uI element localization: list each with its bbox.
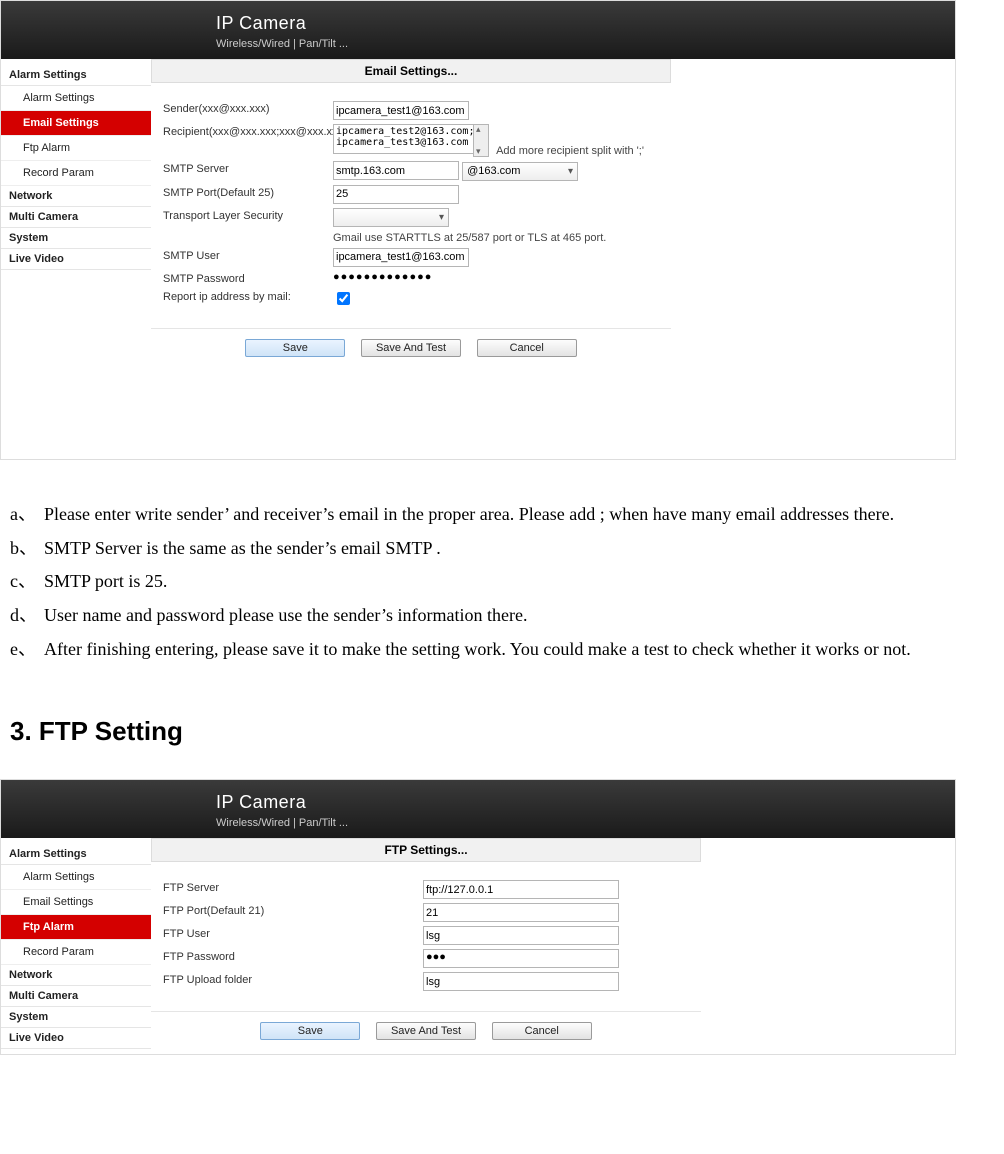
- nav-heading-multicamera[interactable]: Multi Camera: [1, 986, 151, 1007]
- nav-item-alarm-settings[interactable]: Alarm Settings: [1, 865, 151, 890]
- smtp-password-input[interactable]: ●●●●●●●●●●●●●: [333, 271, 432, 283]
- nav-item-record-param[interactable]: Record Param: [1, 161, 151, 186]
- nav-item-email-settings[interactable]: Email Settings: [1, 111, 151, 136]
- sidebar: Alarm Settings Alarm Settings Email Sett…: [1, 838, 151, 1054]
- smtp-server-input[interactable]: [333, 161, 459, 180]
- tls-hint: Gmail use STARTTLS at 25/587 port or TLS…: [333, 232, 659, 244]
- sidebar: Alarm Settings Alarm Settings Email Sett…: [1, 59, 151, 459]
- nav-heading-alarm[interactable]: Alarm Settings: [1, 65, 151, 86]
- nav-item-alarm-settings[interactable]: Alarm Settings: [1, 86, 151, 111]
- nav-heading-system[interactable]: System: [1, 228, 151, 249]
- brand-subtitle: Wireless/Wired | Pan/Tilt ...: [216, 817, 348, 829]
- smtp-password-label: SMTP Password: [163, 271, 333, 285]
- email-settings-screenshot: IP Camera Wireless/Wired | Pan/Tilt ... …: [0, 0, 956, 460]
- recipient-input[interactable]: [333, 124, 489, 154]
- content-panel: FTP Settings... FTP Server FTP Port(Defa…: [151, 838, 701, 1054]
- button-bar: Save Save And Test Cancel: [151, 1012, 701, 1054]
- save-and-test-button[interactable]: Save And Test: [376, 1022, 476, 1040]
- report-ip-label: Report ip address by mail:: [163, 289, 333, 303]
- smtp-server-label: SMTP Server: [163, 161, 333, 175]
- smtp-user-label: SMTP User: [163, 248, 333, 262]
- nav-heading-alarm[interactable]: Alarm Settings: [1, 844, 151, 865]
- nav-heading-livevideo[interactable]: Live Video: [1, 249, 151, 270]
- sender-input[interactable]: [333, 101, 469, 120]
- ftp-port-input[interactable]: [423, 903, 619, 922]
- marker-b: b、: [10, 534, 44, 564]
- sender-label: Sender(xxx@xxx.xxx): [163, 101, 333, 115]
- recipient-label: Recipient(xxx@xxx.xxx;xxx@xxx.xxx...): [163, 124, 333, 138]
- nav-heading-multicamera[interactable]: Multi Camera: [1, 207, 151, 228]
- nav-item-ftp-alarm[interactable]: Ftp Alarm: [1, 915, 151, 940]
- nav-heading-livevideo[interactable]: Live Video: [1, 1028, 151, 1049]
- brand-title: IP Camera: [216, 13, 348, 34]
- item-e: After finishing entering, please save it…: [44, 635, 974, 665]
- brand-title: IP Camera: [216, 792, 348, 813]
- save-button[interactable]: Save: [260, 1022, 360, 1040]
- nav-item-record-param[interactable]: Record Param: [1, 940, 151, 965]
- smtp-port-input[interactable]: [333, 185, 459, 204]
- panel-title: Email Settings...: [151, 59, 671, 83]
- ftp-folder-input[interactable]: [423, 972, 619, 991]
- marker-c: c、: [10, 567, 44, 597]
- nav-item-email-settings[interactable]: Email Settings: [1, 890, 151, 915]
- save-and-test-button[interactable]: Save And Test: [361, 339, 461, 357]
- brand-subtitle: Wireless/Wired | Pan/Tilt ...: [216, 38, 348, 50]
- tls-label: Transport Layer Security: [163, 208, 333, 222]
- item-d: User name and password please use the se…: [44, 601, 974, 631]
- section-heading-ftp: 3. FTP Setting: [10, 710, 974, 753]
- app-header: IP Camera Wireless/Wired | Pan/Tilt ...: [1, 1, 955, 59]
- button-bar: Save Save And Test Cancel: [151, 329, 671, 371]
- content-panel: Email Settings... Sender(xxx@xxx.xxx) Re…: [151, 59, 671, 459]
- cancel-button[interactable]: Cancel: [492, 1022, 592, 1040]
- smtp-domain-select[interactable]: @163.com: [462, 162, 578, 181]
- item-a: Please enter write sender’ and receiver’…: [44, 500, 974, 530]
- item-b: SMTP Server is the same as the sender’s …: [44, 534, 974, 564]
- tls-select[interactable]: [333, 208, 449, 227]
- marker-d: d、: [10, 601, 44, 631]
- marker-e: e、: [10, 635, 44, 665]
- cancel-button[interactable]: Cancel: [477, 339, 577, 357]
- document-text: a、 Please enter write sender’ and receiv…: [0, 460, 1004, 779]
- panel-title: FTP Settings...: [151, 838, 701, 862]
- report-ip-checkbox[interactable]: [337, 292, 350, 305]
- app-header: IP Camera Wireless/Wired | Pan/Tilt ...: [1, 780, 955, 838]
- ftp-server-label: FTP Server: [163, 880, 423, 894]
- marker-a: a、: [10, 500, 44, 530]
- scrollbar-icon[interactable]: [473, 124, 489, 157]
- smtp-user-input[interactable]: [333, 248, 469, 267]
- save-button[interactable]: Save: [245, 339, 345, 357]
- smtp-port-label: SMTP Port(Default 25): [163, 185, 333, 199]
- nav-heading-network[interactable]: Network: [1, 186, 151, 207]
- nav-heading-system[interactable]: System: [1, 1007, 151, 1028]
- ftp-password-label: FTP Password: [163, 949, 423, 963]
- ftp-port-label: FTP Port(Default 21): [163, 903, 423, 917]
- ftp-user-label: FTP User: [163, 926, 423, 940]
- recipient-hint: Add more recipient split with ';': [496, 145, 644, 157]
- nav-heading-network[interactable]: Network: [1, 965, 151, 986]
- item-c: SMTP port is 25.: [44, 567, 974, 597]
- ftp-user-input[interactable]: [423, 926, 619, 945]
- ftp-password-input[interactable]: ●●●: [423, 949, 619, 968]
- nav-item-ftp-alarm[interactable]: Ftp Alarm: [1, 136, 151, 161]
- ftp-folder-label: FTP Upload folder: [163, 972, 423, 986]
- ftp-server-input[interactable]: [423, 880, 619, 899]
- ftp-settings-screenshot: IP Camera Wireless/Wired | Pan/Tilt ... …: [0, 779, 956, 1055]
